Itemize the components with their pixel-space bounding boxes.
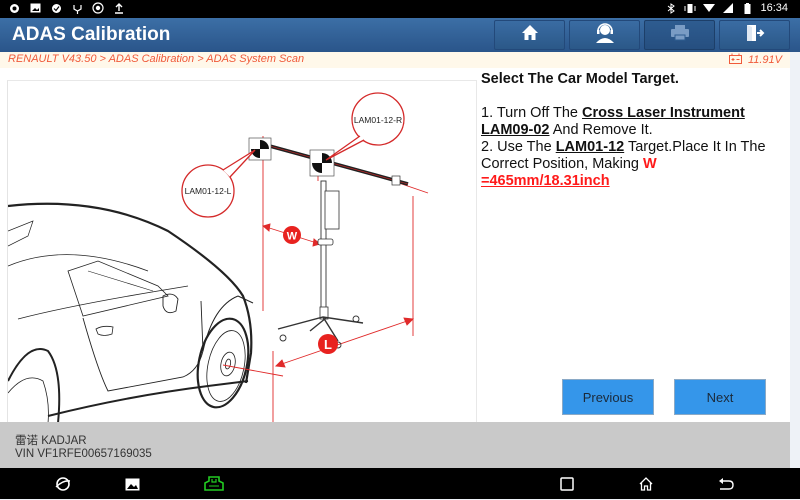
gallery-icon[interactable]	[123, 475, 141, 493]
target-stand	[265, 143, 409, 349]
voltage-indicator: 11.91V	[728, 53, 782, 67]
step1-prefix: 1. Turn Off The	[481, 105, 583, 121]
previous-button[interactable]: Previous	[562, 379, 654, 415]
signal-icon	[722, 2, 734, 14]
image-icon	[29, 2, 41, 14]
headset-user-icon	[594, 22, 616, 48]
callout-left-label: LAM01-12-L	[185, 186, 232, 196]
w-measurement: =465mm/18.31inch	[481, 173, 610, 189]
main-content: LAM01-12-R LAM01-12-L W L Select The Car…	[0, 68, 790, 422]
vehicle-vin: VIN VF1RFE00657169035	[15, 448, 152, 460]
breadcrumb: RENAULT V43.50 > ADAS Calibration > ADAS…	[8, 53, 305, 65]
wifi-icon	[703, 2, 716, 14]
scrollbar-track	[790, 52, 800, 468]
next-button[interactable]: Next	[674, 379, 766, 415]
voltage-value: 11.91V	[747, 54, 782, 66]
settings-circle-icon	[92, 2, 104, 14]
marker-l-label: L	[324, 337, 332, 352]
check-circle-icon	[50, 2, 62, 14]
app-header: ADAS Calibration	[0, 18, 800, 52]
support-button[interactable]	[569, 20, 640, 50]
instructions: Select The Car Model Target. 1. Turn Off…	[481, 71, 786, 190]
target-left	[248, 137, 272, 161]
battery-icon	[728, 53, 742, 67]
clock: 16:34	[760, 2, 788, 14]
exit-button[interactable]	[719, 20, 790, 50]
vci-connector-icon[interactable]	[203, 475, 225, 493]
car-illustration	[8, 202, 254, 422]
battery-icon	[741, 2, 753, 14]
home-nav-icon[interactable]	[637, 475, 655, 493]
vehicle-model: 雷诺 KADJAR	[15, 435, 87, 447]
usb-icon	[71, 2, 83, 14]
calibration-diagram: LAM01-12-R LAM01-12-L W L	[7, 80, 477, 422]
step2-prefix: 2. Use The	[481, 139, 556, 155]
marker-l: L	[318, 334, 338, 354]
recent-apps-icon[interactable]	[558, 475, 576, 493]
home-icon	[521, 24, 539, 46]
step2-w: W	[642, 156, 657, 172]
back-icon[interactable]	[717, 475, 735, 493]
status-bar: 16:34	[0, 0, 800, 18]
print-button[interactable]	[644, 20, 715, 50]
navigation-bar	[0, 468, 800, 499]
home-button[interactable]	[494, 20, 565, 50]
step2-bold: LAM01-12	[555, 139, 625, 155]
instruction-step-2: 2. Use The LAM01-12 Target.Place It In T…	[481, 139, 786, 190]
chat-icon	[8, 2, 20, 14]
bluetooth-icon	[665, 2, 677, 14]
instructions-heading: Select The Car Model Target.	[481, 71, 679, 87]
vibrate-icon	[684, 2, 696, 14]
marker-w-label: W	[287, 231, 298, 243]
upload-icon	[113, 2, 125, 14]
exit-door-icon	[745, 24, 765, 47]
callout-right: LAM01-12-R	[325, 92, 405, 161]
breadcrumb-bar: RENAULT V43.50 > ADAS Calibration > ADAS…	[0, 52, 790, 68]
callout-left: LAM01-12-L	[181, 149, 256, 218]
target-right	[309, 149, 335, 177]
browser-planet-icon[interactable]	[54, 475, 72, 493]
page-title: ADAS Calibration	[12, 24, 171, 45]
printer-icon	[670, 24, 690, 46]
callout-right-label: LAM01-12-R	[354, 115, 402, 125]
instruction-step-1: 1. Turn Off The Cross Laser Instrument L…	[481, 105, 786, 139]
marker-w: W	[283, 226, 301, 244]
step1-suffix: And Remove It.	[549, 122, 653, 138]
vehicle-info: 雷诺 KADJAR VIN VF1RFE00657169035	[0, 422, 790, 468]
